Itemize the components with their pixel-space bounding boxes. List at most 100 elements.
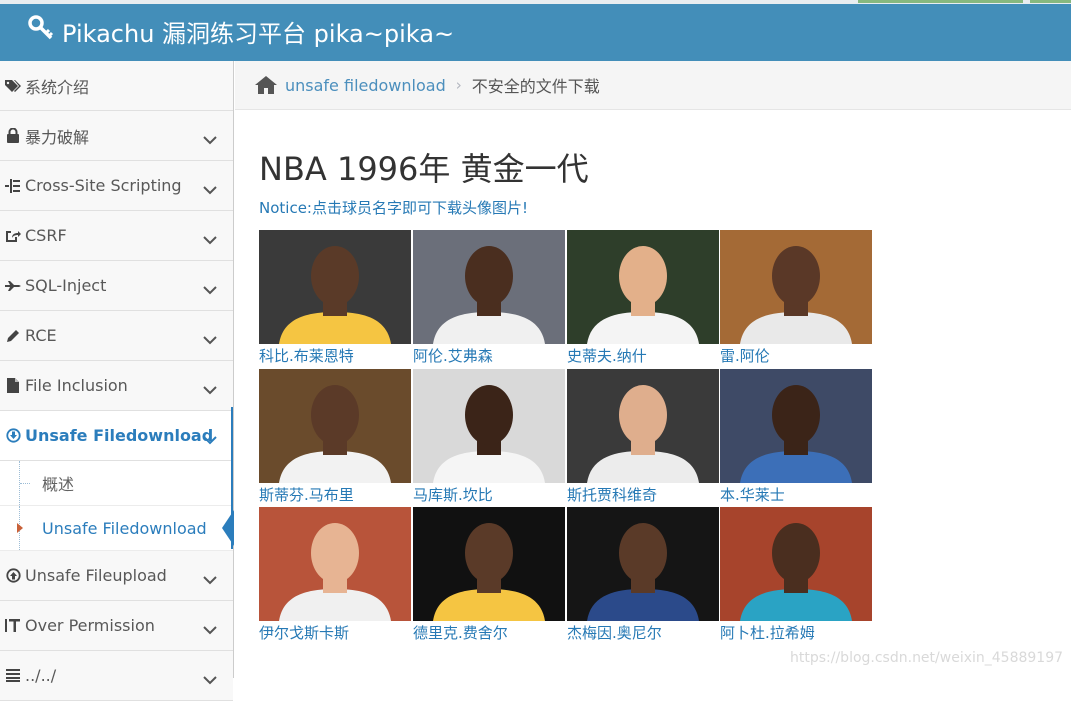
player-photo (567, 230, 719, 344)
player-name-link[interactable]: 杰梅因.奥尼尔 (567, 623, 719, 643)
chevron-down-icon (203, 620, 217, 639)
sidebar-item-label: 暴力破解 (25, 127, 90, 147)
sidebar-item-label: ../../ (25, 666, 57, 685)
player-name-link[interactable]: 斯蒂芬.马布里 (259, 485, 411, 505)
chevron-down-icon (203, 130, 217, 149)
player-name-link[interactable]: 马库斯.坎比 (413, 485, 565, 505)
player-card: 德里克.费舍尔 (413, 507, 565, 645)
sidebar-item-label: Unsafe Fileupload (25, 566, 167, 585)
chevron-down-icon (203, 380, 217, 399)
player-name-link[interactable]: 伊尔戈斯卡斯 (259, 623, 411, 643)
sidebar-item-intro[interactable]: 系统介绍 (0, 61, 233, 111)
sidebar-item-label: Over Permission (25, 616, 155, 635)
sidebar-item-label: RCE (25, 326, 57, 345)
chevron-down-icon (203, 330, 217, 349)
player-card: 伊尔戈斯卡斯 (259, 507, 411, 645)
brand-link[interactable]: Pikachu 漏洞练习平台 pika~pika~ (28, 14, 454, 48)
player-card: 阿伦.艾弗森 (413, 230, 565, 368)
player-card: 斯蒂芬.马布里 (259, 369, 411, 507)
key-icon (28, 15, 62, 47)
player-card: 史蒂夫.纳什 (567, 230, 719, 368)
sidebar-item-unsafe-filedownload[interactable]: Unsafe Filedownload (0, 411, 233, 461)
chevron-down-icon (203, 180, 217, 199)
player-name-link[interactable]: 本.华莱士 (720, 485, 872, 505)
breadcrumb: unsafe filedownload › 不安全的文件下载 (235, 61, 1071, 110)
sidebar-item-label: CSRF (25, 226, 67, 245)
submenu-item-label: Unsafe Filedownload (42, 518, 207, 538)
chevron-down-icon (203, 670, 217, 689)
home-icon[interactable] (255, 76, 277, 94)
sidebar-item-sql-inject[interactable]: SQL-Inject (0, 261, 233, 311)
player-photo (567, 507, 719, 621)
watermark: https://blog.csdn.net/weixin_45889197 (790, 650, 1064, 666)
player-photo (259, 369, 411, 483)
player-photo (259, 230, 411, 344)
player-photo (720, 369, 872, 483)
align-justify-icon (4, 669, 22, 682)
chevron-down-icon (203, 280, 217, 299)
sidebar-item-label: SQL-Inject (25, 276, 107, 295)
player-photo (413, 369, 565, 483)
active-section-bar (231, 407, 233, 549)
player-photo (259, 507, 411, 621)
submenu-item-overview[interactable]: 概述 (0, 461, 233, 506)
sidebar-item-unsafe-fileupload[interactable]: Unsafe Fileupload (0, 551, 233, 601)
player-name-link[interactable]: 科比.布莱恩特 (259, 346, 411, 366)
tree-dash (20, 483, 30, 484)
player-card: 科比.布莱恩特 (259, 230, 411, 368)
player-card: 杰梅因.奥尼尔 (567, 507, 719, 645)
sidebar-item-label: File Inclusion (25, 376, 128, 395)
notice-text: Notice:点击球员名字即可下载头像图片! (259, 199, 528, 217)
submenu-item-unsafe-filedownload[interactable]: Unsafe Filedownload (0, 506, 234, 551)
player-photo (567, 369, 719, 483)
text-height-icon (4, 618, 22, 633)
player-photo (413, 230, 565, 344)
sidebar-item-brute-force[interactable]: 暴力破解 (0, 111, 233, 161)
brand-title: Pikachu 漏洞练习平台 pika~pika~ (62, 19, 455, 48)
player-name-link[interactable]: 阿伦.艾弗森 (413, 346, 565, 366)
chevron-down-icon (203, 430, 217, 449)
breadcrumb-separator-icon: › (455, 76, 462, 94)
upload-circle-icon (4, 568, 22, 583)
player-card: 雷.阿伦 (720, 230, 872, 368)
player-name-link[interactable]: 斯托贾科维奇 (567, 485, 719, 505)
share-square-icon (4, 229, 22, 243)
sidebar-item-rce[interactable]: RCE (0, 311, 233, 361)
sidebar-item-label: Cross-Site Scripting (25, 176, 182, 195)
breadcrumb-current: 不安全的文件下载 (471, 77, 600, 96)
player-photo (413, 507, 565, 621)
sidebar: 系统介绍 暴力破解 Cross-Site Scripting CSRF SQL-… (0, 61, 234, 701)
player-card: 马库斯.坎比 (413, 369, 565, 507)
fighter-jet-icon (4, 280, 22, 292)
player-card: 阿卜杜.拉希姆 (720, 507, 872, 645)
submenu-item-label: 概述 (42, 475, 75, 494)
sidebar-item-csrf[interactable]: CSRF (0, 211, 233, 261)
chevron-down-icon (203, 570, 217, 589)
tags-icon (4, 79, 22, 93)
pencil-icon (4, 329, 22, 343)
player-name-link[interactable]: 阿卜杜.拉希姆 (720, 623, 872, 643)
player-name-link[interactable]: 德里克.费舍尔 (413, 623, 565, 643)
file-icon (4, 378, 22, 393)
green-strip (858, 0, 1023, 3)
player-card: 斯托贾科维奇 (567, 369, 719, 507)
player-card: 本.华莱士 (720, 369, 872, 507)
page-title: NBA 1996年 黄金一代 (259, 150, 589, 188)
player-photo (720, 230, 872, 344)
breadcrumb-link[interactable]: unsafe filedownload (285, 76, 446, 95)
sitemap-icon (4, 178, 22, 193)
sidebar-item-file-inclusion[interactable]: File Inclusion (0, 361, 233, 411)
player-photo (720, 507, 872, 621)
sidebar-item-xss[interactable]: Cross-Site Scripting (0, 161, 233, 211)
download-circle-icon (4, 428, 22, 443)
chevron-down-icon (203, 230, 217, 249)
sidebar-item-label: 系统介绍 (25, 77, 90, 97)
caret-right-icon (17, 523, 23, 533)
green-strip-right (1030, 0, 1071, 3)
top-navbar: Pikachu 漏洞练习平台 pika~pika~ (0, 0, 1071, 61)
sidebar-item-dir-traversal[interactable]: ../../ (0, 651, 233, 701)
sidebar-item-label: Unsafe Filedownload (25, 426, 214, 445)
sidebar-item-over-permission[interactable]: Over Permission (0, 601, 233, 651)
player-name-link[interactable]: 史蒂夫.纳什 (567, 346, 719, 366)
player-name-link[interactable]: 雷.阿伦 (720, 346, 872, 366)
